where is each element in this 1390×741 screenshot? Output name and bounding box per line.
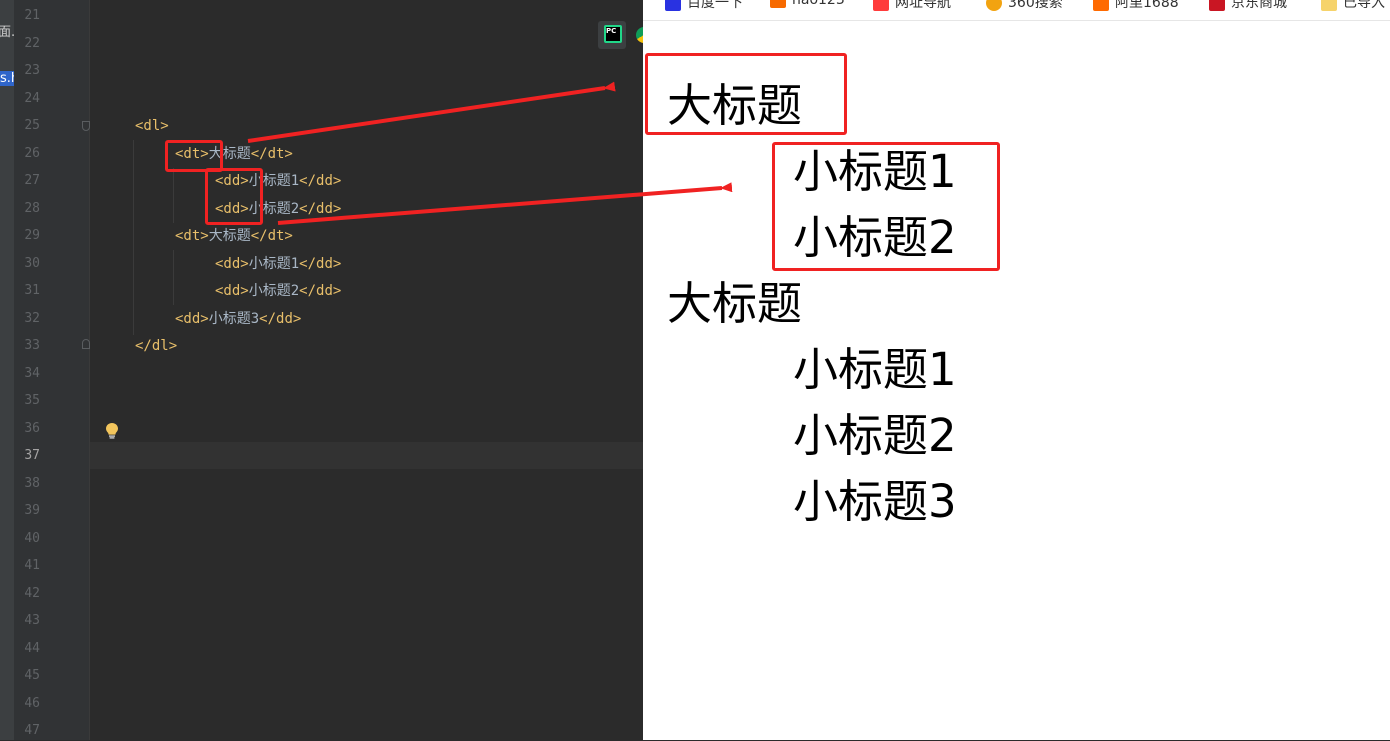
- arrow-to-dt: [247, 81, 616, 143]
- annotation-arrows: [247, 81, 733, 225]
- arrow-to-dd: [277, 182, 733, 225]
